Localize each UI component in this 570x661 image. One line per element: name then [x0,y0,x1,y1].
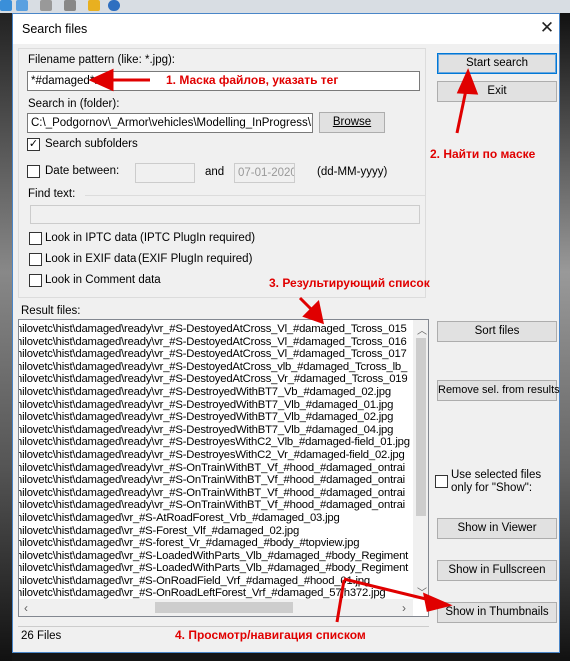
list-item[interactable]: hilovetc\hist\damaged\ready\vr_#S-Destoy… [19,323,413,336]
background-image [0,13,12,661]
background-image [560,13,570,661]
vertical-scrollbar[interactable]: ︿ ﹀ [413,320,428,599]
list-item[interactable]: hilovetc\hist\damaged\vr_#S-LoadedWithPa… [19,562,413,575]
app-toolbar [0,0,570,13]
help-icon[interactable] [108,0,120,11]
list-item[interactable]: hilovetc\hist\damaged\vr_#S-LoadedWithPa… [19,550,413,563]
annotation-3: 3. Результирующий список [269,276,430,290]
checklist-icon[interactable] [88,0,100,11]
start-search-button[interactable]: Start search [437,53,557,74]
list-item[interactable]: hilovetc\hist\damaged\ready\vr_#S-Destro… [19,386,413,399]
iptc-label: Look in IPTC data [45,232,138,244]
show-in-viewer-button[interactable]: Show in Viewer [437,518,557,539]
annotation-1: 1. Маска файлов, указать тег [166,73,339,87]
use-selected-checkbox[interactable] [435,475,448,488]
list-item[interactable]: hilovetc\hist\damaged\ready\vr_#S-Destoy… [19,373,413,386]
date-between-label: Date between: [45,165,120,177]
annotation-4: 4. Просмотр/навигация списком [175,628,366,642]
forward-icon[interactable] [16,0,28,11]
find-text-input[interactable] [30,205,420,224]
search-subfolders-checkbox[interactable]: ✓ [27,138,40,151]
list-item[interactable]: hilovetc\hist\damaged\vr_#S-Forest_Vlf_#… [19,525,413,538]
date-between-checkbox[interactable] [27,165,40,178]
tools-icon[interactable] [64,0,76,11]
show-in-fullscreen-button[interactable]: Show in Fullscreen [437,560,557,581]
browse-button[interactable]: Browse [319,112,385,133]
list-item[interactable]: hilovetc\hist\damaged\ready\vr_#S-Destro… [19,436,413,449]
list-item[interactable]: hilovetc\hist\damaged\vr_#S-AtRoadForest… [19,512,413,525]
list-item[interactable]: hilovetc\hist\damaged\ready\vr_#S-Destro… [19,411,413,424]
comment-checkbox[interactable] [29,274,42,287]
date-from-input[interactable] [135,163,195,183]
list-item[interactable]: hilovetc\hist\damaged\ready\vr_#S-OnTrai… [19,499,413,512]
horizontal-scrollbar[interactable]: ‹ › [19,599,413,616]
find-text-label: Find text: [28,188,76,200]
list-item[interactable]: hilovetc\hist\damaged\ready\vr_#S-Destro… [19,449,413,462]
search-files-dialog: Search files ✕ Filename pattern (like: *… [12,13,560,653]
iptc-checkbox[interactable] [29,232,42,245]
file-count: 26 Files [21,630,62,642]
home-icon[interactable] [40,0,52,11]
close-icon[interactable]: ✕ [537,17,557,39]
title-bar: Search files ✕ [13,14,559,44]
search-folder-label: Search in (folder): [28,98,120,110]
exit-button[interactable]: Exit [437,81,557,102]
list-item[interactable]: hilovetc\hist\damaged\ready\vr_#S-Destro… [19,424,413,437]
scroll-up-icon[interactable]: ︿ [417,322,427,337]
date-format-label: (dd-MM-yyyy) [317,166,388,178]
sort-files-button[interactable]: Sort files [437,321,557,342]
list-item[interactable]: hilovetc\hist\damaged\ready\vr_#S-Destro… [19,399,413,412]
list-item[interactable]: hilovetc\hist\damaged\ready\vr_#S-Destoy… [19,336,413,349]
search-subfolders-label: Search subfolders [45,138,138,150]
result-files-label: Result files: [21,305,81,317]
exif-checkbox[interactable] [29,253,42,266]
separator [85,195,425,196]
list-item[interactable]: hilovetc\hist\damaged\ready\vr_#S-OnTrai… [19,487,413,500]
annotation-2: 2. Найти по маске [430,147,536,161]
list-item[interactable]: hilovetc\hist\damaged\ready\vr_#S-OnTrai… [19,462,413,475]
list-item[interactable]: hilovetc\hist\damaged\ready\vr_#S-Destoy… [19,348,413,361]
result-rows: hilovetc\hist\damaged\ready\vr_#S-Destoy… [19,323,413,613]
result-files-list[interactable]: hilovetc\hist\damaged\ready\vr_#S-Destoy… [18,319,429,617]
date-and-label: and [205,166,225,178]
exif-note: (EXIF PlugIn required) [138,253,253,265]
vertical-scroll-thumb[interactable] [416,338,426,516]
exif-label: Look in EXIF data [45,253,137,265]
scroll-down-icon[interactable]: ﹀ [417,584,427,599]
list-item[interactable]: hilovetc\hist\damaged\ready\vr_#S-OnTrai… [19,474,413,487]
list-item[interactable]: hilovetc\hist\damaged\ready\vr_#S-Destoy… [19,361,413,374]
show-in-thumbnails-button[interactable]: Show in Thumbnails [437,602,557,623]
back-icon[interactable] [0,0,12,11]
browse-label: Browse [332,116,372,128]
list-item[interactable]: hilovetc\hist\damaged\vr_#S-forest_Vr_#d… [19,537,413,550]
iptc-note: (IPTC PlugIn required) [140,232,256,244]
remove-selected-button[interactable]: Remove sel. from results [437,380,560,401]
dialog-title: Search files [22,22,88,36]
filename-pattern-label: Filename pattern (like: *.jpg): [28,54,176,66]
list-item[interactable]: hilovetc\hist\damaged\vr_#S-OnRoadField_… [19,575,413,588]
date-to-input[interactable]: 07-01-2020 [234,163,295,183]
scroll-right-icon[interactable]: › [402,601,406,615]
scroll-left-icon[interactable]: ‹ [24,601,28,615]
horizontal-scroll-thumb[interactable] [155,602,293,613]
search-folder-input[interactable]: C:\_Podgornov\_Armor\vehicles\Modelling_… [27,113,313,133]
use-selected-label: Use selected files only for "Show": [451,469,542,494]
comment-label: Look in Comment data [45,274,161,286]
